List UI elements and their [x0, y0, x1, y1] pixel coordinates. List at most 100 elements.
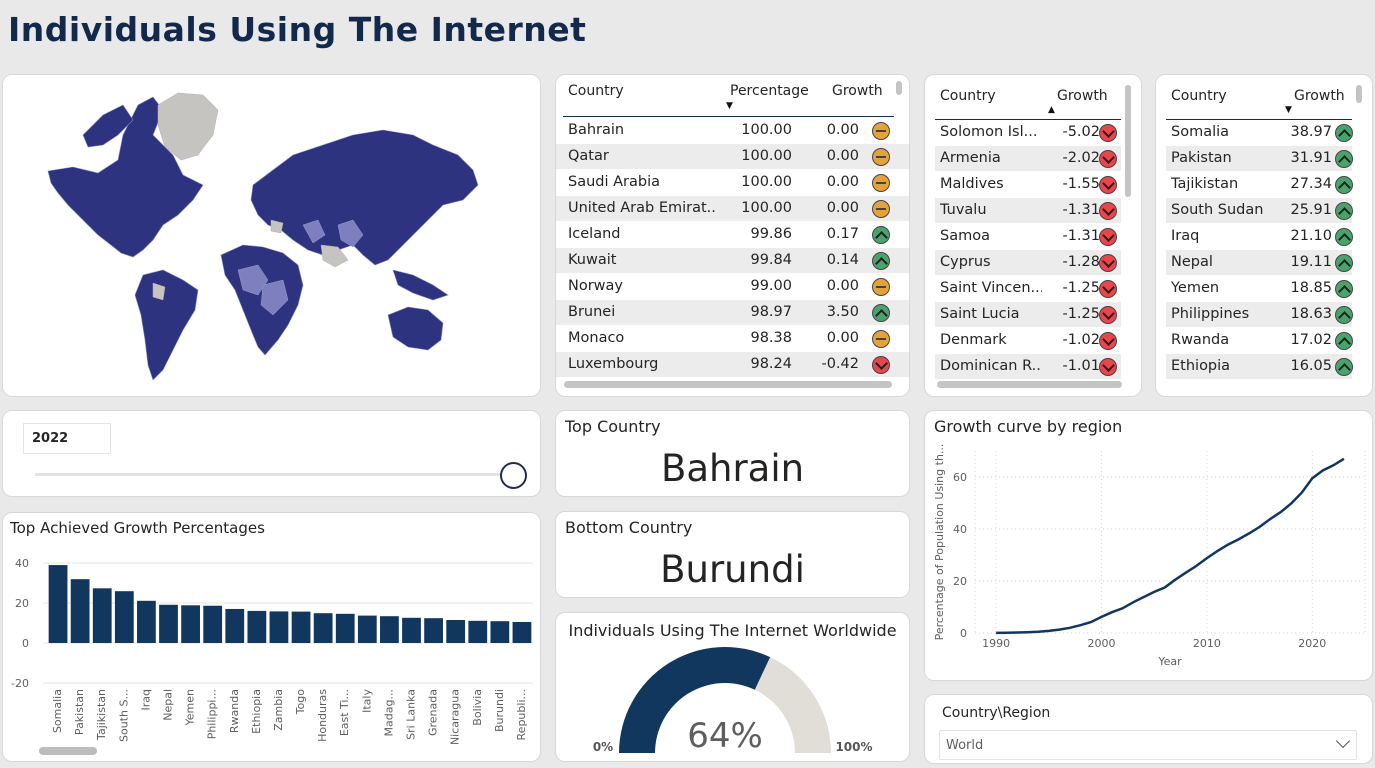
table-row[interactable]: Armenia -2.02	[935, 146, 1121, 172]
bar[interactable]	[48, 565, 68, 643]
horizontal-scrollbar[interactable]	[937, 381, 1122, 388]
table-row[interactable]: Tajikistan 27.34	[1166, 172, 1353, 198]
table-row[interactable]: Saint Vincen... -1.25	[935, 276, 1121, 302]
bar[interactable]	[159, 604, 178, 643]
world-map-card[interactable]	[2, 74, 541, 397]
table-row[interactable]: South Sudan 25.91	[1166, 198, 1353, 224]
table-row[interactable]: Brunei 98.97 3.50	[556, 300, 909, 326]
vertical-scrollbar[interactable]	[896, 81, 902, 95]
percentage-table[interactable]: Country Percentage ▼ Growth Bahrain 100.0…	[555, 74, 910, 397]
bar[interactable]	[114, 591, 134, 643]
y-tick-label: 60	[953, 471, 967, 484]
bar[interactable]	[137, 600, 156, 643]
x-tick-label: Bolivia	[471, 689, 484, 726]
table-row[interactable]: Ethiopia 16.05	[1166, 354, 1353, 380]
table-row[interactable]: Norway 99.00 0.00	[556, 274, 909, 300]
table-row[interactable]: Samoa -1.31	[935, 224, 1121, 250]
world-map[interactable]	[3, 75, 541, 397]
bar[interactable]	[490, 621, 510, 643]
vertical-scrollbar[interactable]	[1125, 85, 1131, 197]
bar[interactable]	[70, 579, 90, 643]
bar[interactable]	[92, 588, 112, 643]
bar[interactable]	[380, 616, 399, 643]
bar[interactable]	[269, 611, 289, 643]
table-row[interactable]: Bahrain 100.00 0.00	[556, 118, 909, 144]
year-slider-track[interactable]	[35, 473, 507, 476]
bar[interactable]	[225, 608, 245, 643]
column-header-growth[interactable]: Growth	[1057, 88, 1108, 104]
table-row[interactable]: Luxembourg 98.24 -0.42	[556, 352, 909, 378]
bar[interactable]	[446, 620, 466, 643]
negative-growth-table[interactable]: Country ▲ Growth Solomon Isl... -5.02 Arme…	[924, 74, 1142, 397]
sort-descending-icon[interactable]: ▼	[1285, 105, 1292, 115]
table-row[interactable]: Monaco 98.38 0.00	[556, 326, 909, 352]
x-tick-label: Honduras	[316, 689, 329, 742]
table-row[interactable]: Solomon Isl... -5.02	[935, 120, 1121, 146]
chevron-down-icon[interactable]	[1335, 733, 1351, 749]
horizontal-scrollbar[interactable]	[39, 747, 97, 755]
growth-up-icon	[1335, 280, 1353, 298]
top-country-value: Bahrain	[660, 447, 805, 490]
region-dropdown-value: World	[946, 738, 984, 753]
cell-country: Nepal	[1171, 254, 1213, 270]
horizontal-scrollbar[interactable]	[564, 381, 892, 388]
table-row[interactable]: Pakistan 31.91	[1166, 146, 1353, 172]
positive-growth-table[interactable]: Country ▼ Growth Somalia 38.97 Pakistan 31.…	[1155, 74, 1373, 397]
table-row[interactable]: Cyprus -1.28	[935, 250, 1121, 276]
table-row[interactable]: Somalia 38.97	[1166, 120, 1353, 146]
table-row[interactable]: Kuwait 99.84 0.14	[556, 248, 909, 274]
bar[interactable]	[335, 613, 355, 643]
region-dropdown[interactable]: World	[939, 730, 1357, 760]
table-row[interactable]: Denmark -1.02	[935, 328, 1121, 354]
gauge-card: Individuals Using The Internet Worldwide…	[555, 612, 910, 762]
table-header: Country ▲ Growth	[925, 75, 1141, 120]
x-tick-label: Madag...	[382, 689, 395, 736]
cell-country: Brunei	[568, 304, 616, 320]
table-row[interactable]: Saint Lucia -1.25	[935, 302, 1121, 328]
table-row[interactable]: Rwanda 17.02	[1166, 328, 1353, 354]
growth-bar-chart[interactable]: 40 20 0 -20 Somalia Pakistan Tajikistan South S…	[3, 513, 541, 762]
column-header-growth[interactable]: Growth	[1294, 88, 1345, 104]
year-slicer-input[interactable]: 2022	[23, 423, 111, 454]
bar[interactable]	[291, 611, 311, 643]
table-row[interactable]: Philippines 18.63	[1166, 302, 1353, 328]
table-row[interactable]: Dominican R... -1.01	[935, 354, 1121, 380]
cell-country: Kuwait	[568, 252, 617, 268]
bar[interactable]	[512, 622, 532, 643]
year-slicer[interactable]: 2022	[2, 410, 541, 497]
series-line[interactable]	[996, 457, 1345, 635]
table-row[interactable]: Maldives -1.55	[935, 172, 1121, 198]
column-header-growth[interactable]: Growth	[832, 83, 883, 99]
table-row[interactable]: Nepal 19.11	[1166, 250, 1353, 276]
sort-ascending-icon[interactable]: ▲	[1048, 105, 1055, 115]
column-header-percentage[interactable]: Percentage	[730, 83, 809, 99]
vertical-scrollbar[interactable]	[1356, 85, 1362, 103]
column-header-country[interactable]: Country	[940, 88, 996, 104]
bar[interactable]	[247, 610, 267, 643]
table-row[interactable]: United Arab Emirat... 100.00 0.00	[556, 196, 909, 222]
bar[interactable]	[402, 617, 421, 643]
growth-up-icon	[1335, 332, 1353, 350]
table-row[interactable]: Iraq 21.10	[1166, 224, 1353, 250]
cell-country: Iraq	[1171, 228, 1200, 244]
bar[interactable]	[181, 605, 200, 643]
bar[interactable]	[203, 605, 223, 643]
table-row[interactable]: Tuvalu -1.31	[935, 198, 1121, 224]
table-row[interactable]: Qatar 100.00 0.00	[556, 144, 909, 170]
cell-percentage: 100.00	[741, 200, 792, 216]
cell-country: Denmark	[940, 332, 1007, 348]
column-header-country[interactable]: Country	[1171, 88, 1227, 104]
cell-country: Samoa	[940, 228, 990, 244]
column-header-country[interactable]: Country	[568, 83, 624, 99]
bar[interactable]	[424, 618, 443, 643]
region-slicer[interactable]: Country\Region World	[924, 694, 1373, 764]
bar[interactable]	[357, 615, 377, 643]
table-row[interactable]: Saudi Arabia 100.00 0.00	[556, 170, 909, 196]
year-slider-handle[interactable]	[500, 462, 527, 489]
table-row[interactable]: Yemen 18.85	[1166, 276, 1353, 302]
bar[interactable]	[313, 613, 333, 643]
bar[interactable]	[468, 620, 488, 643]
growth-line-chart[interactable]: 0 20 40 60 1990 2000 2010 2020 Year Percentage of…	[925, 411, 1373, 681]
table-row[interactable]: Iceland 99.86 0.17	[556, 222, 909, 248]
sort-descending-icon[interactable]: ▼	[726, 101, 733, 111]
